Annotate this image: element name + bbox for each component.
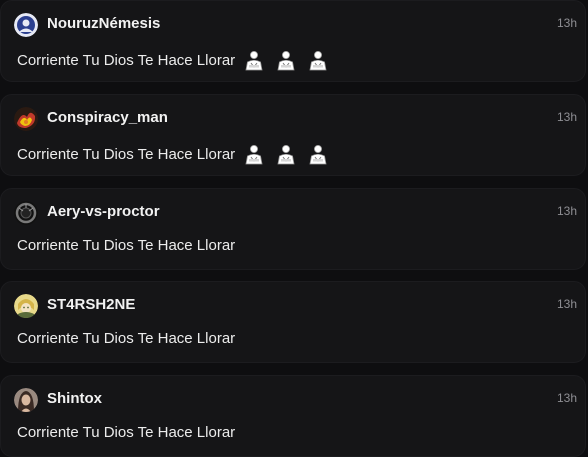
comment-text: Corriente Tu Dios Te Hace Llorar <box>17 143 329 165</box>
username[interactable]: Aery-vs-proctor <box>47 203 160 220</box>
comment-text-body: Corriente Tu Dios Te Hace Llorar <box>17 145 236 163</box>
username[interactable]: Shintox <box>47 390 102 407</box>
comment-feed: NouruzNémesis 13h Corriente Tu Dios Te H… <box>0 0 588 457</box>
person-icon <box>245 145 263 165</box>
timestamp: 13h <box>556 297 577 311</box>
person-icon <box>277 51 295 71</box>
comment-card: Conspiracy_man 13h Corriente Tu Dios Te … <box>0 94 586 176</box>
comment-text: Corriente Tu Dios Te Hace Llorar <box>17 49 329 71</box>
comment-text: Corriente Tu Dios Te Hace Llorar <box>17 330 235 347</box>
person-icon <box>245 51 263 71</box>
timestamp: 13h <box>556 391 577 405</box>
comment-text-body: Corriente Tu Dios Te Hace Llorar <box>17 424 236 441</box>
comment-text-body: Corriente Tu Dios Te Hace Llorar <box>17 237 236 254</box>
person-icon <box>309 51 327 71</box>
comment-card: Shintox 13h Corriente Tu Dios Te Hace Ll… <box>0 375 586 457</box>
avatar[interactable] <box>14 294 38 318</box>
username[interactable]: ST4RSH2NE <box>47 296 135 313</box>
comment-text: Corriente Tu Dios Te Hace Llorar <box>17 424 235 441</box>
person-icon <box>309 145 327 165</box>
avatar[interactable] <box>14 201 38 225</box>
timestamp: 13h <box>556 204 577 218</box>
avatar[interactable] <box>14 107 38 131</box>
avatar[interactable] <box>14 388 38 412</box>
comment-text-body: Corriente Tu Dios Te Hace Llorar <box>17 51 236 69</box>
person-icon <box>277 145 295 165</box>
timestamp: 13h <box>556 110 577 124</box>
comment-card: NouruzNémesis 13h Corriente Tu Dios Te H… <box>0 0 586 82</box>
comment-card: ST4RSH2NE 13h Corriente Tu Dios Te Hace … <box>0 281 586 363</box>
comment-text: Corriente Tu Dios Te Hace Llorar <box>17 237 235 254</box>
comment-card: Aery-vs-proctor 13h Corriente Tu Dios Te… <box>0 188 586 270</box>
avatar[interactable] <box>14 13 38 37</box>
comment-text-body: Corriente Tu Dios Te Hace Llorar <box>17 330 236 347</box>
username[interactable]: NouruzNémesis <box>47 15 160 32</box>
timestamp: 13h <box>556 16 577 30</box>
username[interactable]: Conspiracy_man <box>47 109 168 126</box>
